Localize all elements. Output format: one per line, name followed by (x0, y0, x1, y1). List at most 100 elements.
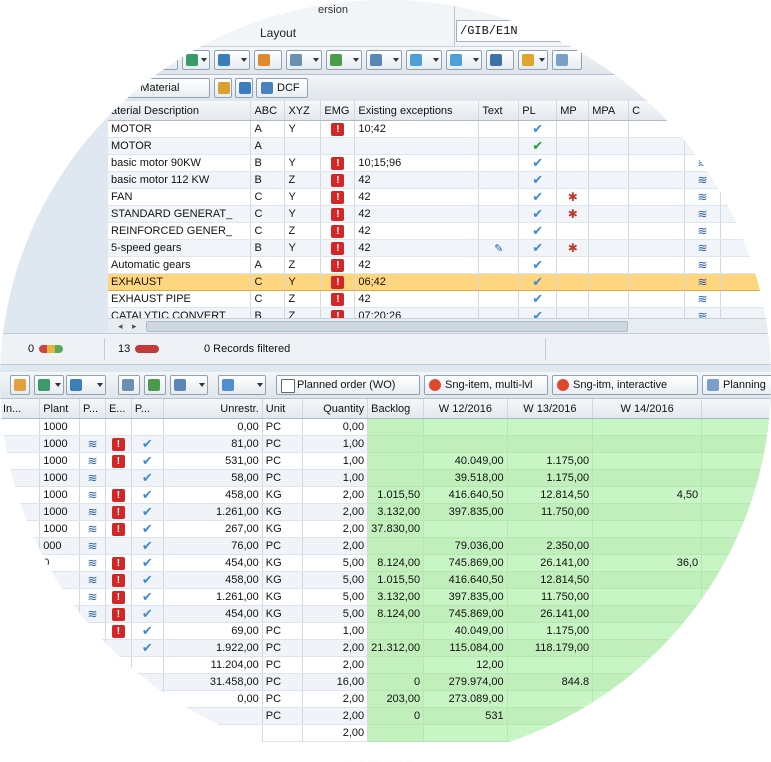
toolbar-button-1[interactable] (150, 50, 178, 70)
layout-input[interactable]: /GIB/E1N (456, 20, 601, 42)
stock-overview-icon[interactable]: ≋ (698, 292, 708, 306)
exception-alert-icon[interactable]: ! (331, 122, 345, 136)
toolbar-button-5[interactable] (286, 50, 322, 70)
material-description[interactable]: 5-speed gears (108, 239, 252, 257)
stock-overview-icon[interactable]: ≋ (87, 471, 97, 485)
dcf-button[interactable]: DCF (256, 78, 308, 98)
planning-check-icon[interactable]: ✔ (142, 572, 153, 587)
table-row[interactable]: Automatic gears A Z! 42 ✔ ≋ (108, 256, 771, 274)
col-extra-1[interactable] (684, 101, 722, 121)
stock-overview-icon[interactable]: ≋ (87, 488, 97, 502)
material-problem-icon[interactable]: ✱ (568, 207, 578, 221)
stock-overview-icon[interactable]: ≋ (87, 437, 97, 451)
toolbar3-button-1[interactable] (10, 375, 30, 395)
exception-alert-icon[interactable]: ! (331, 241, 345, 255)
material-description[interactable]: Automatic gears (108, 256, 252, 274)
toolbar-button-3[interactable] (214, 50, 250, 70)
table-row[interactable]: 1000 ≋! ✔ 81,00 PC 1,00 (0, 435, 771, 453)
toolbar-button-9[interactable] (446, 50, 482, 70)
col-pl[interactable]: PL (518, 101, 558, 121)
col-backlog[interactable]: Backlog (367, 399, 425, 419)
stock-overview-icon[interactable]: ≋ (87, 556, 97, 570)
exception-alert-icon[interactable]: ! (331, 190, 345, 204)
planning-check-icon[interactable]: ✔ (142, 453, 153, 468)
exception-alert-icon[interactable]: ! (111, 556, 125, 570)
planning-check-icon[interactable]: ✔ (532, 121, 543, 136)
planning-check-icon[interactable]: ✔ (532, 240, 543, 255)
col-week-13[interactable]: W 13/2016 (507, 399, 594, 419)
material-description[interactable]: REINFORCED GENER_ (108, 222, 252, 240)
toolbar-button-6[interactable] (326, 50, 362, 70)
col-e[interactable]: E... (105, 399, 132, 419)
stock-overview-icon[interactable]: ≋ (87, 539, 97, 553)
planning-check-icon[interactable]: ✔ (142, 589, 153, 604)
exception-alert-icon[interactable]: ! (331, 156, 345, 170)
toolbar-button-4[interactable] (254, 50, 282, 70)
table-row[interactable]: EXHAUST PIPE C Z! 42 ✔ ≋ (108, 290, 771, 308)
table-row[interactable]: EXHAUST C Y! 06;42 ✔ ≋ (108, 273, 771, 291)
toolbar3-button-6[interactable] (170, 375, 208, 395)
stock-overview-icon[interactable]: ≋ (698, 207, 708, 221)
table-row[interactable]: basic motor 90KW B Y! 10;15;96 ✔ ≋ (108, 154, 771, 172)
toolbar3-button-3[interactable] (66, 375, 106, 395)
material-description[interactable]: EXHAUST (108, 273, 252, 291)
planning-check-icon[interactable]: ✔ (532, 206, 543, 221)
planning-check-icon[interactable]: ✔ (532, 155, 543, 170)
material-description[interactable]: MOTOR (108, 120, 252, 138)
stock-overview-icon[interactable]: ≋ (698, 190, 708, 204)
table-row[interactable]: basic motor 112 KW B Z! 42 ✔ ≋ (108, 171, 771, 189)
planning-check-icon[interactable]: ✔ (142, 606, 153, 621)
change-material-button[interactable]: ge Material (118, 78, 210, 98)
table-row[interactable]: 5-speed gears B Y! 42 ✎ ✔ ✱ ≋ (108, 239, 771, 257)
stock-overview-icon[interactable]: ≋ (87, 522, 97, 536)
materials-scrollbar[interactable]: ◂ ▸ (108, 318, 771, 333)
toolbar-button-11[interactable] (518, 50, 548, 70)
table-row[interactable]: 31.458,00 PC 16,00 0 279.974,00 844.8 (0, 673, 771, 691)
toolbar-list-button[interactable] (235, 78, 253, 98)
exception-alert-icon[interactable]: ! (331, 173, 345, 187)
material-description[interactable]: basic motor 112 KW (108, 171, 252, 189)
toolbar-grid-button[interactable] (214, 78, 232, 98)
exception-alert-icon[interactable]: ! (111, 505, 125, 519)
planning-check-icon[interactable]: ✔ (142, 640, 153, 655)
planning-check-icon[interactable]: ✔ (142, 470, 153, 485)
planning-check-icon[interactable]: ✔ (142, 487, 153, 502)
col-week-12[interactable]: W 12/2016 (423, 399, 508, 419)
planning-check-icon[interactable]: ✔ (532, 189, 543, 204)
exception-alert-icon[interactable]: ! (111, 488, 125, 502)
toolbar3-button-7[interactable] (218, 375, 266, 395)
stock-overview-icon[interactable]: ≋ (87, 505, 97, 519)
table-row[interactable]: 1000 ≋! ✔ 531,00 PC 1,00 40.049,00 1.175,00 (0, 452, 771, 470)
scroll-right-icon[interactable]: ▸ (132, 321, 137, 332)
col-xyz[interactable]: XYZ (284, 101, 322, 121)
table-row[interactable]: 1000 ≋! ✔ 267,00 KG 2,00 37.830,00 (0, 520, 771, 538)
planning-check-icon[interactable]: ✔ (142, 555, 153, 570)
scroll-left-icon[interactable]: ◂ (118, 321, 123, 332)
toolbar-button-12[interactable] (552, 50, 582, 70)
exception-alert-icon[interactable]: ! (331, 207, 345, 221)
table-row[interactable]: ✔ 1.922,00 PC 2,00 21.312,00 115.084,00 118.17… (0, 639, 771, 657)
material-description[interactable]: basic motor 90KW (108, 154, 252, 172)
table-row[interactable]: STANDARD GENERAT_ C Y! 42 ✔ ✱ ≋ (108, 205, 771, 223)
exception-alert-icon[interactable]: ! (111, 437, 125, 451)
exception-alert-icon[interactable]: ! (111, 522, 125, 536)
toolbar3-button-2[interactable] (34, 375, 64, 395)
stock-overview-icon[interactable]: ≋ (698, 173, 708, 187)
col-emg[interactable]: EMG (320, 101, 356, 121)
exception-alert-icon[interactable]: ! (111, 590, 125, 604)
table-row[interactable]: ≋! ✔ 458,00 KG 5,00 1.015,50 416.640,50 12.814,… (0, 571, 771, 589)
stock-overview-icon[interactable]: ≋ (87, 607, 97, 621)
col-text[interactable]: Text (478, 101, 520, 121)
toolbar3-button-4[interactable] (118, 375, 140, 395)
col-week-15[interactable] (701, 399, 771, 419)
table-row[interactable]: 1000 ≋ ✔ 58,00 PC 1,00 39.518,00 1.175,00 (0, 469, 771, 487)
toolbar3-button-5[interactable] (144, 375, 166, 395)
planning-check-icon[interactable]: ✔ (532, 291, 543, 306)
exception-alert-icon[interactable]: ! (331, 258, 345, 272)
exception-alert-icon[interactable]: ! (111, 624, 125, 638)
col-abc[interactable]: ABC (250, 101, 286, 121)
table-row[interactable]: 0,00 PC 2,00 203,00 273.089,00 (0, 690, 771, 708)
exception-alert-icon[interactable]: ! (111, 607, 125, 621)
col-quantity[interactable]: Quantity (302, 399, 369, 419)
table-row[interactable]: 0 ≋! ✔ 454,00 KG 5,00 8.124,00 745.869,00 26.141… (0, 554, 771, 572)
